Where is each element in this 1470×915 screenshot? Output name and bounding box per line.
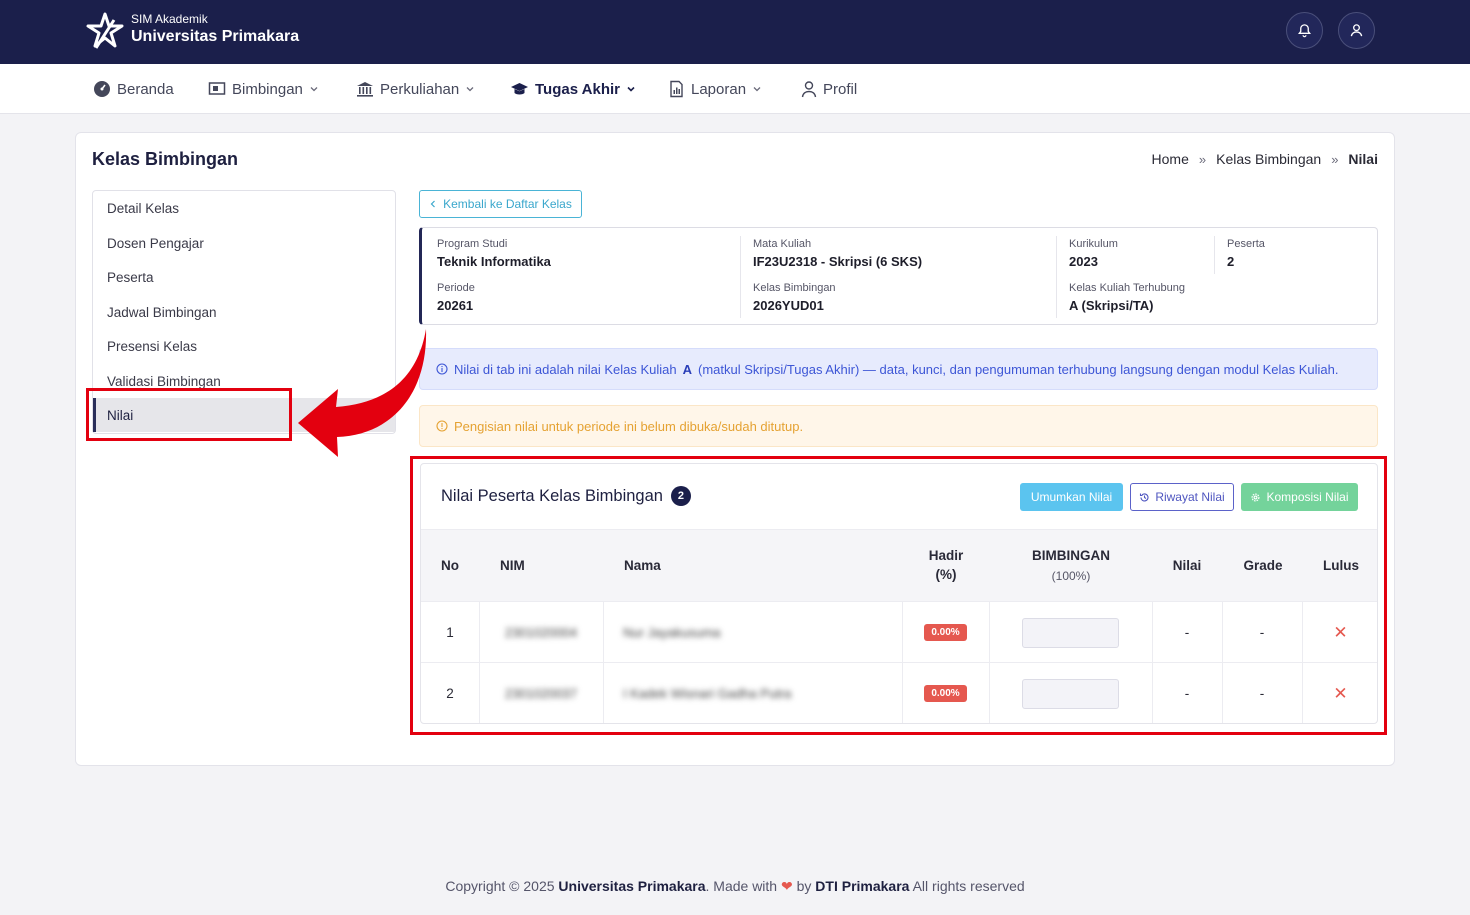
nav-bimbingan[interactable]: Bimbingan <box>208 64 319 114</box>
info-alert-text: (matkul Skripsi/Tugas Akhir) — data, kun… <box>697 361 1339 377</box>
footer-made: . Made with <box>705 878 778 894</box>
footer: Copyright © 2025 Universitas Primakara. … <box>0 878 1470 895</box>
info-value: 2 <box>1227 254 1235 269</box>
info-label: Kurikulum <box>1069 238 1118 250</box>
info-label: Periode <box>437 282 475 294</box>
side-item-label: Validasi Bimbingan <box>107 373 221 389</box>
user-menu-button[interactable] <box>1338 12 1375 49</box>
nav-label: Perkuliahan <box>380 80 460 98</box>
report-icon <box>670 80 683 98</box>
nav-beranda[interactable]: Beranda <box>93 64 174 114</box>
info-kurikulum: Kurikulum 2023 <box>1069 238 1118 269</box>
institution-icon <box>357 82 373 97</box>
info-alert-text: Nilai di tab ini adalah nilai Kelas Kuli… <box>454 361 677 377</box>
divider <box>740 236 741 318</box>
info-value: 2026YUD01 <box>753 298 824 313</box>
side-item-label: Detail Kelas <box>107 200 180 216</box>
side-item-label: Presensi Kelas <box>107 338 198 354</box>
user-icon <box>1350 24 1363 37</box>
warning-alert-text: Pengisian nilai untuk periode ini belum … <box>454 418 804 434</box>
divider <box>1214 236 1215 274</box>
heart-icon: ❤ <box>780 878 793 894</box>
chevron-left-icon <box>430 200 436 208</box>
breadcrumb-separator: » <box>1331 151 1339 167</box>
info-kelas-kuliah-terhubung: Kelas Kuliah Terhubung A (Skripsi/TA) <box>1069 282 1185 313</box>
top-header: SIM Akademik Universitas Primakara <box>0 0 1470 64</box>
nav-tugas-akhir[interactable]: Tugas Akhir <box>510 64 636 114</box>
chevron-down-icon <box>753 87 761 92</box>
info-alert: Nilai di tab ini adalah nilai Kelas Kuli… <box>419 348 1378 390</box>
bell-icon <box>1298 24 1311 38</box>
side-item-dosen-pengajar[interactable]: Dosen Pengajar <box>93 226 395 260</box>
info-value: A (Skripsi/TA) <box>1069 298 1154 313</box>
footer-copyright: Copyright © 2025 <box>445 878 555 894</box>
nav-label: Laporan <box>691 80 747 98</box>
nav-label: Profil <box>823 80 858 98</box>
notification-button[interactable] <box>1286 12 1323 49</box>
info-mata-kuliah: Mata Kuliah IF23U2318 - Skripsi (6 SKS) <box>753 238 922 269</box>
presentation-icon <box>208 82 226 95</box>
nav-label: Tugas Akhir <box>535 80 621 98</box>
info-program-studi: Program Studi Teknik Informatika <box>437 238 551 269</box>
info-label: Kelas Kuliah Terhubung <box>1069 282 1185 294</box>
side-item-peserta[interactable]: Peserta <box>93 260 395 294</box>
info-label: Kelas Bimbingan <box>753 282 836 294</box>
breadcrumb-current: Nilai <box>1348 151 1378 167</box>
divider <box>1056 236 1057 318</box>
breadcrumb-kelas-bimbingan[interactable]: Kelas Bimbingan <box>1216 151 1321 167</box>
info-peserta: Peserta 2 <box>1227 238 1265 269</box>
info-label: Peserta <box>1227 238 1265 250</box>
side-item-label: Dosen Pengajar <box>107 235 204 251</box>
back-button-label: Kembali ke Daftar Kelas <box>443 197 572 211</box>
footer-by: by <box>796 878 812 894</box>
info-icon <box>436 420 448 432</box>
university-logo[interactable] <box>86 12 124 50</box>
chevron-down-icon <box>627 86 635 92</box>
nav-label: Bimbingan <box>232 80 303 98</box>
warning-alert: Pengisian nilai untuk periode ini belum … <box>419 405 1378 447</box>
back-to-class-list-button[interactable]: Kembali ke Daftar Kelas <box>419 190 582 218</box>
info-icon <box>436 363 448 375</box>
info-periode: Periode 20261 <box>437 282 475 313</box>
breadcrumb-home[interactable]: Home <box>1152 151 1189 167</box>
footer-team-link[interactable]: DTI Primakara <box>815 878 909 894</box>
nav-perkuliahan[interactable]: Perkuliahan <box>356 64 475 114</box>
annotation-highlight-box <box>410 456 1387 735</box>
chevron-down-icon <box>466 87 474 92</box>
side-item-label: Peserta <box>107 269 154 285</box>
info-kelas-bimbingan: Kelas Bimbingan 2026YUD01 <box>753 282 836 313</box>
annotation-highlight-box <box>86 388 292 441</box>
chevron-down-icon <box>310 87 318 92</box>
user-icon <box>801 81 817 98</box>
info-value: 2023 <box>1069 254 1098 269</box>
class-info-panel: Program Studi Teknik Informatika Mata Ku… <box>419 227 1378 325</box>
info-label: Program Studi <box>437 238 508 250</box>
graduation-cap-icon <box>511 83 528 95</box>
nav-label: Beranda <box>117 80 174 98</box>
footer-rights: All rights reserved <box>912 878 1025 894</box>
side-item-label: Jadwal Bimbingan <box>107 304 217 320</box>
side-item-jadwal-bimbingan[interactable]: Jadwal Bimbingan <box>93 295 395 329</box>
info-value: IF23U2318 - Skripsi (6 SKS) <box>753 254 923 269</box>
info-label: Mata Kuliah <box>753 238 812 250</box>
nav-profil[interactable]: Profil <box>801 64 857 114</box>
main-nav: Beranda Bimbingan Perkuliahan Tugas Akhi… <box>0 64 1470 114</box>
info-value: Teknik Informatika <box>437 254 551 269</box>
breadcrumb: Home » Kelas Bimbingan » Nilai <box>1152 151 1378 167</box>
dashboard-icon <box>94 81 110 97</box>
info-alert-bold: A <box>682 361 692 377</box>
annotation-arrow-icon <box>298 329 427 457</box>
page-title: Kelas Bimbingan <box>92 149 239 169</box>
nav-laporan[interactable]: Laporan <box>668 64 762 114</box>
breadcrumb-separator: » <box>1198 151 1207 167</box>
info-value: 20261 <box>437 298 474 313</box>
university-name: Universitas Primakara <box>131 28 300 45</box>
side-item-detail-kelas[interactable]: Detail Kelas <box>93 191 395 225</box>
app-label: SIM Akademik <box>131 12 208 26</box>
footer-org-link[interactable]: Universitas Primakara <box>558 878 705 894</box>
